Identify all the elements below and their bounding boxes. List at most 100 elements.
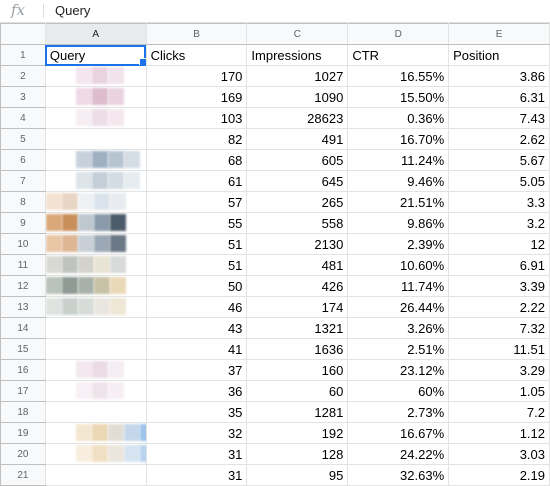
- query-cell[interactable]: [44, 254, 147, 276]
- ctr-cell[interactable]: 2.73%: [347, 401, 450, 423]
- impressions-cell[interactable]: 426: [246, 275, 349, 297]
- row-header[interactable]: 5: [0, 128, 46, 150]
- formula-bar[interactable]: fx Query: [0, 0, 550, 23]
- query-cell[interactable]: [44, 107, 147, 129]
- query-cell[interactable]: [44, 317, 147, 339]
- impressions-cell[interactable]: 605: [246, 149, 349, 171]
- query-cell[interactable]: [44, 296, 147, 318]
- ctr-cell[interactable]: 2.39%: [347, 233, 450, 255]
- clicks-cell[interactable]: 82: [145, 128, 248, 150]
- clicks-cell[interactable]: 170: [145, 65, 248, 87]
- position-cell[interactable]: 7.43: [448, 107, 550, 129]
- clicks-cell[interactable]: 50: [145, 275, 248, 297]
- row-header[interactable]: 19: [0, 422, 46, 444]
- impressions-cell[interactable]: 1090: [246, 86, 349, 108]
- column-header-d[interactable]: D: [347, 23, 450, 45]
- impressions-cell[interactable]: 491: [246, 128, 349, 150]
- query-cell[interactable]: [44, 380, 147, 402]
- position-cell[interactable]: 2.19: [448, 464, 550, 486]
- clicks-cell[interactable]: 51: [145, 233, 248, 255]
- row-header[interactable]: 20: [0, 443, 46, 465]
- row-header[interactable]: 4: [0, 107, 46, 129]
- position-cell[interactable]: 11.51: [448, 338, 550, 360]
- impressions-cell[interactable]: 174: [246, 296, 349, 318]
- clicks-cell[interactable]: 57: [145, 191, 248, 213]
- impressions-cell[interactable]: 1321: [246, 317, 349, 339]
- clicks-cell[interactable]: 31: [145, 464, 248, 486]
- query-cell[interactable]: [44, 149, 147, 171]
- row-header[interactable]: 11: [0, 254, 46, 276]
- query-cell[interactable]: [44, 443, 147, 465]
- row-header[interactable]: 16: [0, 359, 46, 381]
- row-header[interactable]: 1: [0, 44, 46, 66]
- impressions-cell[interactable]: 1636: [246, 338, 349, 360]
- position-cell[interactable]: 1.05: [448, 380, 550, 402]
- clicks-cell[interactable]: 169: [145, 86, 248, 108]
- impressions-cell[interactable]: 481: [246, 254, 349, 276]
- query-cell[interactable]: [44, 212, 147, 234]
- row-header[interactable]: 14: [0, 317, 46, 339]
- row-header[interactable]: 17: [0, 380, 46, 402]
- query-cell[interactable]: [44, 128, 147, 150]
- query-cell[interactable]: [44, 191, 147, 213]
- ctr-cell[interactable]: 26.44%: [347, 296, 450, 318]
- clicks-cell[interactable]: 35: [145, 401, 248, 423]
- ctr-cell[interactable]: 10.60%: [347, 254, 450, 276]
- clicks-cell[interactable]: 41: [145, 338, 248, 360]
- query-cell[interactable]: [44, 422, 147, 444]
- row-header[interactable]: 18: [0, 401, 46, 423]
- ctr-cell[interactable]: 16.67%: [347, 422, 450, 444]
- row-header[interactable]: 3: [0, 86, 46, 108]
- ctr-cell[interactable]: 3.26%: [347, 317, 450, 339]
- position-cell[interactable]: 3.39: [448, 275, 550, 297]
- query-cell[interactable]: [44, 464, 147, 486]
- fill-handle[interactable]: [138, 58, 146, 65]
- header-ctr[interactable]: CTR: [347, 44, 450, 66]
- position-cell[interactable]: 6.91: [448, 254, 550, 276]
- column-header-c[interactable]: C: [246, 23, 349, 45]
- clicks-cell[interactable]: 51: [145, 254, 248, 276]
- impressions-cell[interactable]: 160: [246, 359, 349, 381]
- ctr-cell[interactable]: 9.86%: [347, 212, 450, 234]
- impressions-cell[interactable]: 192: [246, 422, 349, 444]
- position-cell[interactable]: 7.32: [448, 317, 550, 339]
- position-cell[interactable]: 1.12: [448, 422, 550, 444]
- row-header[interactable]: 6: [0, 149, 46, 171]
- ctr-cell[interactable]: 60%: [347, 380, 450, 402]
- query-cell[interactable]: [44, 401, 147, 423]
- query-cell[interactable]: [44, 170, 147, 192]
- position-cell[interactable]: 3.2: [448, 212, 550, 234]
- ctr-cell[interactable]: 23.12%: [347, 359, 450, 381]
- impressions-cell[interactable]: 558: [246, 212, 349, 234]
- clicks-cell[interactable]: 61: [145, 170, 248, 192]
- impressions-cell[interactable]: 28623: [246, 107, 349, 129]
- clicks-cell[interactable]: 46: [145, 296, 248, 318]
- position-cell[interactable]: 5.05: [448, 170, 550, 192]
- ctr-cell[interactable]: 9.46%: [347, 170, 450, 192]
- row-header[interactable]: 21: [0, 464, 46, 486]
- impressions-cell[interactable]: 265: [246, 191, 349, 213]
- query-cell[interactable]: [44, 65, 147, 87]
- ctr-cell[interactable]: 11.74%: [347, 275, 450, 297]
- clicks-cell[interactable]: 103: [145, 107, 248, 129]
- header-position[interactable]: Position: [448, 44, 550, 66]
- row-header[interactable]: 7: [0, 170, 46, 192]
- impressions-cell[interactable]: 128: [246, 443, 349, 465]
- clicks-cell[interactable]: 31: [145, 443, 248, 465]
- clicks-cell[interactable]: 55: [145, 212, 248, 234]
- ctr-cell[interactable]: 2.51%: [347, 338, 450, 360]
- query-cell[interactable]: [44, 359, 147, 381]
- impressions-cell[interactable]: 645: [246, 170, 349, 192]
- clicks-cell[interactable]: 43: [145, 317, 248, 339]
- impressions-cell[interactable]: 95: [246, 464, 349, 486]
- ctr-cell[interactable]: 32.63%: [347, 464, 450, 486]
- ctr-cell[interactable]: 24.22%: [347, 443, 450, 465]
- ctr-cell[interactable]: 16.70%: [347, 128, 450, 150]
- clicks-cell[interactable]: 32: [145, 422, 248, 444]
- row-header[interactable]: 2: [0, 65, 46, 87]
- position-cell[interactable]: 3.3: [448, 191, 550, 213]
- query-cell[interactable]: [44, 233, 147, 255]
- impressions-cell[interactable]: 2130: [246, 233, 349, 255]
- position-cell[interactable]: 5.67: [448, 149, 550, 171]
- position-cell[interactable]: 12: [448, 233, 550, 255]
